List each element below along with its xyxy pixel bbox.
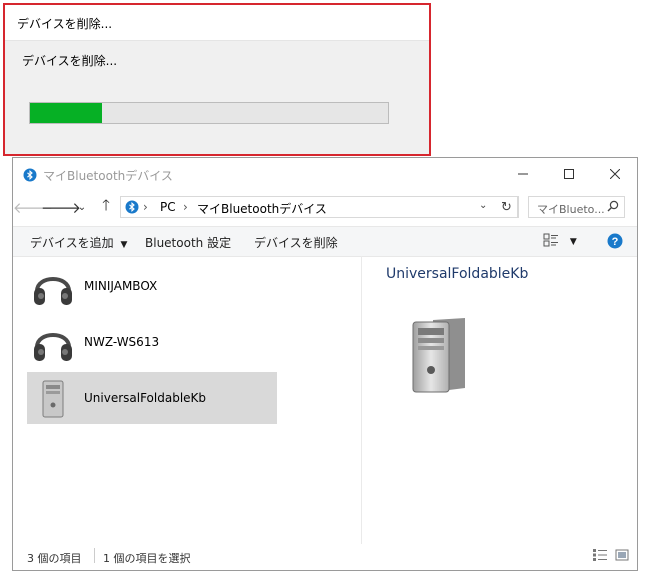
details-view-icon [543, 233, 558, 247]
window-title: マイBluetoothデバイス [43, 169, 173, 183]
dialog-message: デバイスを削除... [22, 54, 118, 68]
computer-tower-icon [407, 316, 477, 400]
maximize-button[interactable] [546, 158, 592, 190]
command-bar: デバイスを追加 ▼ Bluetooth 設定 デバイスを削除 ▼ ? [13, 226, 637, 257]
dialog-title: デバイスを削除... [17, 17, 113, 31]
breadcrumb-separator-icon: › [143, 200, 148, 214]
recent-locations-button[interactable]: ⌄ [75, 196, 89, 218]
address-dropdown-icon[interactable]: ⌄ [479, 200, 487, 211]
device-name: MINIJAMBOX [84, 279, 158, 293]
bluetooth-icon [125, 200, 139, 217]
add-device-button[interactable]: デバイスを追加 ▼ [30, 234, 127, 251]
svg-text:?: ? [612, 236, 619, 248]
details-title: UniversalFoldableKb [386, 266, 529, 282]
device-name: UniversalFoldableKb [84, 391, 207, 405]
device-name: NWZ-WS613 [84, 335, 160, 349]
add-device-label: デバイスを追加 [30, 236, 114, 250]
minimize-button[interactable] [500, 158, 546, 190]
details-view-toggle[interactable] [592, 548, 608, 565]
chevron-down-icon: ⌄ [77, 201, 87, 213]
window-titlebar: マイBluetoothデバイス [13, 158, 637, 190]
status-separator [94, 548, 95, 563]
search-placeholder: マイBlueto... [537, 203, 605, 216]
remove-device-button[interactable]: デバイスを削除 [254, 234, 338, 251]
large-icons-view-toggle[interactable] [615, 548, 629, 565]
caret-down-icon: ▼ [569, 237, 577, 247]
change-view-button[interactable]: ▼ [543, 232, 577, 251]
bluetooth-settings-button[interactable]: Bluetooth 設定 [145, 234, 231, 251]
remove-device-progress-dialog: デバイスを削除... デバイスを削除... [3, 3, 431, 156]
list-view-icon [593, 549, 607, 561]
selected-count: 1 個の項目を選択 [103, 552, 191, 565]
large-icons-view-icon [615, 549, 629, 561]
refresh-icon: ↻ [501, 199, 512, 215]
progress-bar-fill [30, 103, 102, 123]
navigation-bar: 🡐 🡒 ⌄ 🡑 › PC › マイBluetoothデバイス ⌄ ↻ マイBlu… [13, 192, 637, 222]
bluetooth-icon [23, 167, 37, 186]
progress-bar [29, 102, 389, 124]
bluetooth-devices-window: マイBluetoothデバイス 🡐 🡒 ⌄ 🡑 › PC › マイBluetoo… [12, 157, 638, 571]
arrow-up-icon: 🡑 [102, 195, 110, 214]
forward-button[interactable]: 🡒 [41, 196, 81, 218]
breadcrumb-pc[interactable]: PC [160, 200, 176, 214]
device-item-minijambox[interactable]: MINIJAMBOX [27, 260, 277, 312]
search-icon [607, 200, 619, 215]
headphones-icon [31, 321, 75, 365]
help-button[interactable]: ? [607, 233, 623, 252]
item-count: 3 個の項目 [27, 552, 82, 565]
close-button[interactable] [592, 158, 638, 190]
status-bar: 3 個の項目 1 個の項目を選択 [13, 542, 637, 570]
device-item-nwz-ws613[interactable]: NWZ-WS613 [27, 316, 277, 368]
up-button[interactable]: 🡑 [95, 196, 117, 218]
device-item-universalfoldablekb[interactable]: UniversalFoldableKb [27, 372, 277, 424]
refresh-button[interactable]: ↻ [495, 196, 519, 218]
details-pane: UniversalFoldableKb [362, 256, 637, 544]
dialog-titlebar: デバイスを削除... [5, 5, 429, 41]
device-list: MINIJAMBOX NWZ-WS613 UniversalFoldableKb [13, 256, 361, 544]
address-bar[interactable]: › PC › マイBluetoothデバイス ⌄ [120, 196, 518, 218]
help-icon: ? [607, 233, 623, 249]
headphones-icon [31, 265, 75, 309]
breadcrumb-bluetooth-devices[interactable]: マイBluetoothデバイス [197, 200, 327, 217]
search-box[interactable]: マイBlueto... [528, 196, 625, 218]
computer-tower-icon [31, 377, 75, 421]
breadcrumb-separator-icon: › [183, 200, 188, 214]
caret-down-icon: ▼ [120, 240, 128, 250]
